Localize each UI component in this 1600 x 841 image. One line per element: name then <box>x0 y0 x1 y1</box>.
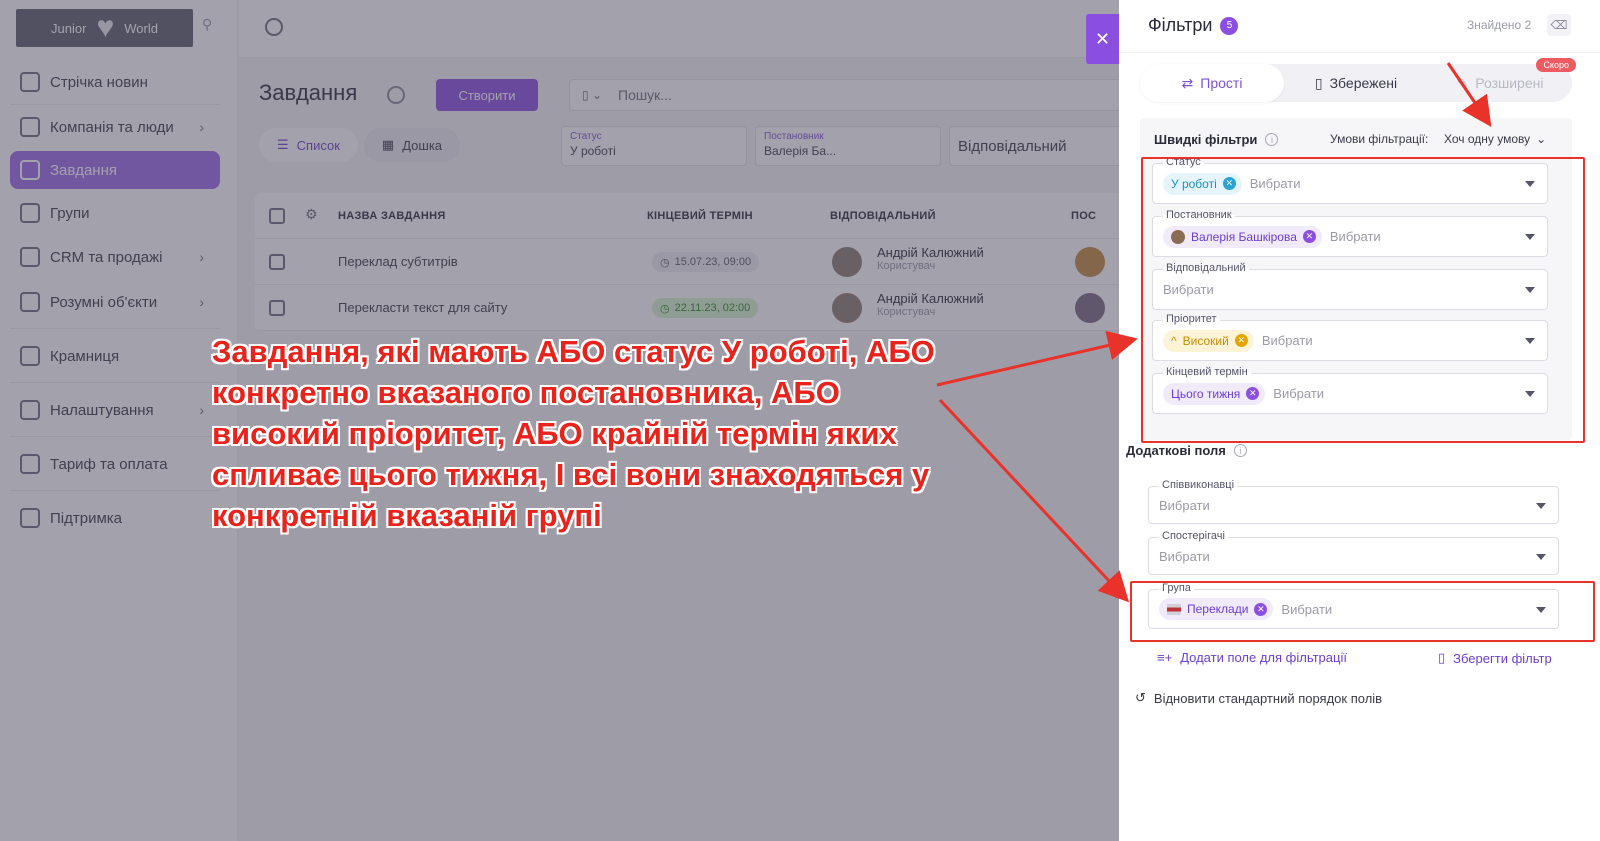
annotation-arrows <box>936 62 1492 603</box>
arrow-to-condition <box>1446 62 1492 127</box>
app-window: Junior ♥ World ⚲ Стрічка новин Компанія … <box>0 0 1600 841</box>
arrow-to-group-field <box>938 398 1130 603</box>
arrow-to-quick-filters <box>936 330 1138 387</box>
